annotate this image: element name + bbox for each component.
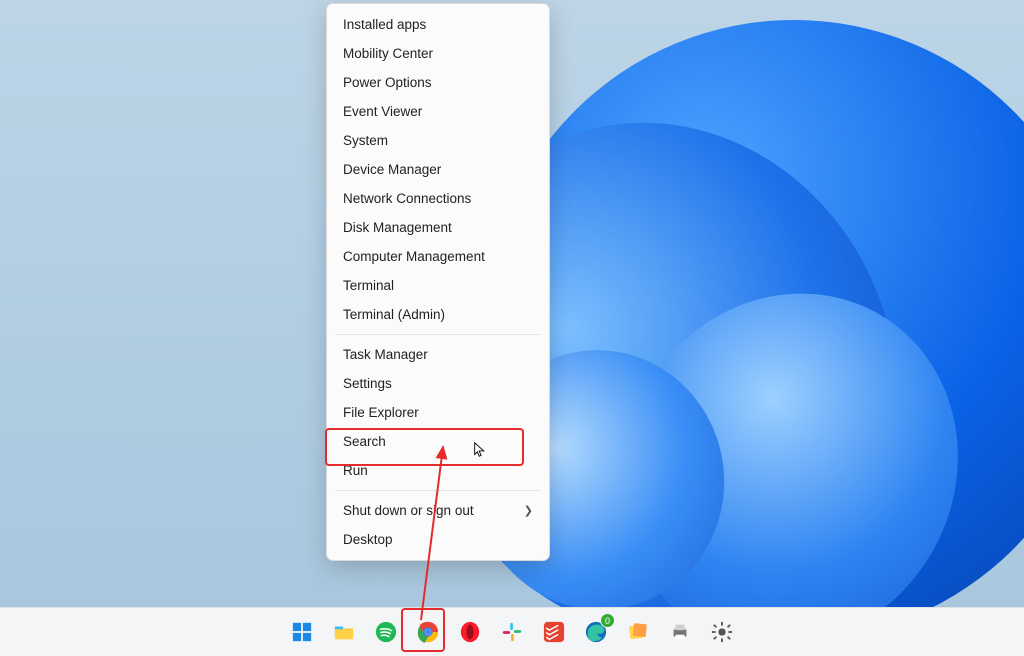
menu-item-label: Event Viewer <box>343 104 422 119</box>
start-context-menu[interactable]: Installed apps Mobility Center Power Optio… <box>326 3 550 561</box>
menu-item-file-explorer[interactable]: File Explorer <box>327 398 549 427</box>
menu-item-label: Network Connections <box>343 191 471 206</box>
chrome-icon <box>417 621 439 643</box>
menu-item-label: System <box>343 133 388 148</box>
menu-item-label: Disk Management <box>343 220 452 235</box>
windows-icon <box>291 621 313 643</box>
menu-item-desktop[interactable]: Desktop <box>327 525 549 554</box>
spotify-button[interactable] <box>371 617 401 647</box>
sticky-notes-button[interactable] <box>623 617 653 647</box>
sticky-notes-icon <box>627 621 649 643</box>
menu-item-label: Mobility Center <box>343 46 433 61</box>
menu-item-label: Terminal (Admin) <box>343 307 445 322</box>
taskbar: 0 <box>0 607 1024 656</box>
chrome-button[interactable] <box>413 617 443 647</box>
menu-item-computer-management[interactable]: Computer Management <box>327 242 549 271</box>
todoist-button[interactable] <box>539 617 569 647</box>
gear-icon <box>711 621 733 643</box>
slack-icon <box>501 621 523 643</box>
edge-button[interactable]: 0 <box>581 617 611 647</box>
menu-item-terminal[interactable]: Terminal <box>327 271 549 300</box>
menu-item-shut-down-or-sign-out[interactable]: Shut down or sign out ❯ <box>327 496 549 525</box>
folder-icon <box>333 621 355 643</box>
menu-item-label: Shut down or sign out <box>343 503 474 518</box>
menu-item-label: Search <box>343 434 386 449</box>
menu-item-network-connections[interactable]: Network Connections <box>327 184 549 213</box>
todoist-icon <box>543 621 565 643</box>
menu-item-label: Settings <box>343 376 392 391</box>
menu-item-label: Power Options <box>343 75 432 90</box>
menu-item-terminal-admin[interactable]: Terminal (Admin) <box>327 300 549 329</box>
desktop[interactable]: Installed apps Mobility Center Power Optio… <box>0 0 1024 656</box>
menu-item-label: File Explorer <box>343 405 419 420</box>
menu-item-device-manager[interactable]: Device Manager <box>327 155 549 184</box>
file-explorer-button[interactable] <box>329 617 359 647</box>
menu-item-task-manager[interactable]: Task Manager <box>327 340 549 369</box>
menu-item-label: Terminal <box>343 278 394 293</box>
menu-item-label: Task Manager <box>343 347 428 362</box>
menu-item-mobility-center[interactable]: Mobility Center <box>327 39 549 68</box>
printer-icon <box>669 621 691 643</box>
menu-item-label: Device Manager <box>343 162 441 177</box>
menu-separator <box>335 490 541 491</box>
menu-item-search[interactable]: Search <box>327 427 549 456</box>
menu-item-installed-apps[interactable]: Installed apps <box>327 10 549 39</box>
menu-item-run[interactable]: Run <box>327 456 549 485</box>
chevron-right-icon: ❯ <box>524 504 533 517</box>
menu-separator <box>335 334 541 335</box>
opera-button[interactable] <box>455 617 485 647</box>
menu-item-event-viewer[interactable]: Event Viewer <box>327 97 549 126</box>
menu-item-label: Desktop <box>343 532 393 547</box>
menu-item-power-options[interactable]: Power Options <box>327 68 549 97</box>
menu-item-label: Computer Management <box>343 249 485 264</box>
start-button[interactable] <box>287 617 317 647</box>
slack-button[interactable] <box>497 617 527 647</box>
menu-item-system[interactable]: System <box>327 126 549 155</box>
menu-item-settings[interactable]: Settings <box>327 369 549 398</box>
menu-item-label: Run <box>343 463 368 478</box>
printer-button[interactable] <box>665 617 695 647</box>
opera-icon <box>459 621 481 643</box>
settings-button[interactable] <box>707 617 737 647</box>
spotify-icon <box>375 621 397 643</box>
menu-item-label: Installed apps <box>343 17 426 32</box>
edge-badge: 0 <box>600 613 615 628</box>
menu-item-disk-management[interactable]: Disk Management <box>327 213 549 242</box>
